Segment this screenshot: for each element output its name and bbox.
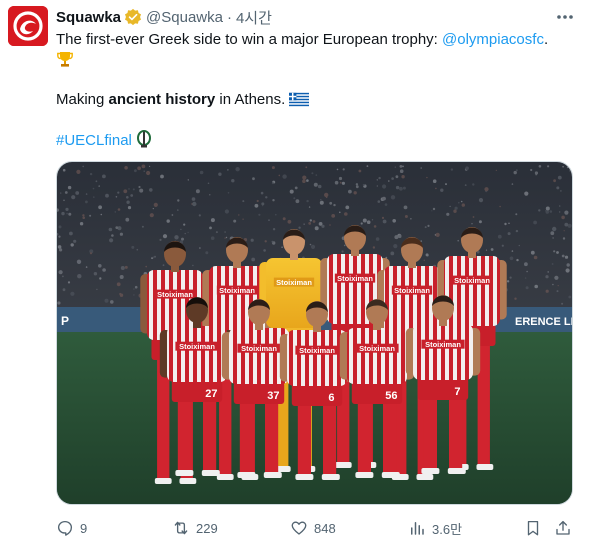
shirt-sponsor-text: Stoiximan	[425, 340, 461, 349]
banner-right-text: ERENCE LE	[515, 316, 573, 328]
shirt-sponsor-text: Stoiximan	[337, 274, 373, 283]
banner-left-text: P	[61, 314, 69, 328]
shirt-sponsor-text: Stoiximan	[299, 346, 335, 355]
reply-count: 9	[80, 520, 88, 536]
shirt-sponsor-text: Stoiximan	[157, 290, 193, 299]
share-button[interactable]	[554, 517, 578, 539]
tweet-line-4: #UECLfinal	[56, 130, 576, 150]
shirt-number: 7	[454, 386, 460, 398]
heart-icon	[291, 521, 307, 535]
shirt-sponsor-text: Stoiximan	[454, 276, 490, 285]
reply-button[interactable]: 9	[56, 517, 87, 539]
bookmark-icon	[527, 520, 539, 536]
shirt-number: 37	[267, 390, 279, 402]
shirt-sponsor-text: Stoiximan	[179, 342, 215, 351]
uecl-trophy-icon	[137, 130, 152, 148]
more-options-icon[interactable]	[555, 8, 575, 26]
separator-dot: ·	[226, 8, 232, 26]
bookmark-button[interactable]	[524, 517, 548, 539]
tweet-text: The first-ever Greek side to win a major…	[56, 30, 576, 150]
timestamp[interactable]: 4시간	[236, 7, 272, 28]
trophy-icon	[57, 52, 73, 67]
like-count: 848	[314, 520, 336, 536]
author-name[interactable]: Squawka	[56, 9, 121, 26]
tweet-line-3: Making ancient history in Athens.	[56, 90, 576, 110]
tweet-media-photo[interactable]: P ERENCE LE Stoiximan Stoiximan Stoiximan S…	[56, 161, 573, 505]
shirt-number: 6	[328, 392, 334, 404]
reply-icon	[57, 520, 73, 536]
tweet-actions-bar: 9 229 848 3.6만	[56, 517, 576, 539]
author-handle[interactable]: @Squawka	[146, 9, 223, 26]
repost-button[interactable]: 229	[172, 517, 218, 539]
shirt-number: 56	[385, 390, 397, 402]
share-icon	[556, 520, 570, 535]
tweet-header: Squawka @Squawka · 4시간	[56, 7, 272, 27]
shirt-sponsor-text: Stoiximan	[394, 286, 430, 295]
avatar[interactable]	[8, 6, 48, 46]
like-button[interactable]: 848	[290, 517, 336, 539]
tweet-line-blank-2	[56, 110, 576, 130]
mention-link[interactable]: @olympiacosfc	[442, 31, 544, 48]
repost-icon	[174, 521, 188, 535]
repost-count: 229	[196, 520, 218, 536]
shirt-sponsor-text: Stoiximan	[219, 286, 255, 295]
hashtag-link[interactable]: #UECLfinal	[56, 132, 132, 149]
shirt-sponsor-text: Stoiximan	[359, 344, 395, 353]
tweet-line-1: The first-ever Greek side to win a major…	[56, 31, 549, 48]
verified-badge-icon	[125, 8, 142, 26]
squawka-logo-icon	[8, 6, 48, 46]
greece-flag-icon	[289, 92, 310, 107]
shirt-number: 27	[205, 388, 217, 400]
views-button[interactable]: 3.6만	[408, 517, 462, 539]
tweet-line-2	[56, 50, 576, 70]
shirt-sponsor-text: Stoiximan	[241, 344, 277, 353]
shirt-sponsor-text: Stoiximan	[276, 278, 312, 287]
views-chart-icon	[411, 522, 424, 535]
views-count: 3.6만	[432, 521, 463, 537]
team-photo: P ERENCE LE Stoiximan Stoiximan Stoiximan S…	[57, 162, 573, 504]
